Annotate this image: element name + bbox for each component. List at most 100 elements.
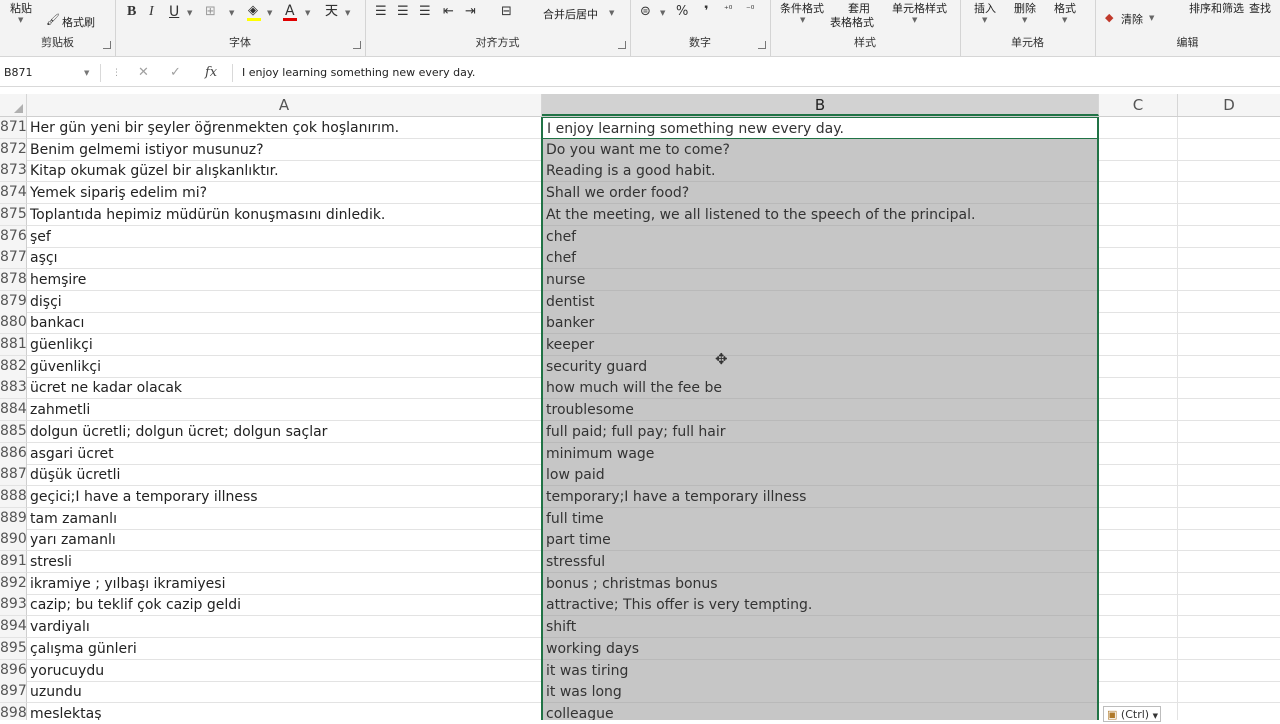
row-header[interactable]: 873: [0, 160, 27, 183]
cell-a[interactable]: düşük ücretli: [27, 464, 542, 487]
cell-d[interactable]: [1178, 334, 1280, 356]
cell-d[interactable]: [1178, 160, 1280, 183]
cell-b[interactable]: it was long: [542, 681, 1099, 704]
format-painter-icon[interactable]: 🖌: [46, 12, 60, 28]
underline-dropdown-icon[interactable]: ▼: [187, 9, 192, 17]
cell-d[interactable]: [1178, 139, 1280, 161]
cell-d[interactable]: [1178, 182, 1280, 205]
cell-a[interactable]: çalışma günleri: [27, 637, 542, 660]
row-header[interactable]: 871: [0, 117, 27, 139]
cell-c[interactable]: [1099, 485, 1178, 508]
cell-c[interactable]: [1099, 377, 1178, 400]
cell-d[interactable]: [1178, 616, 1280, 639]
cell-c[interactable]: [1099, 160, 1178, 183]
underline-button[interactable]: U: [169, 4, 179, 20]
cell-b[interactable]: I enjoy learning something new every day…: [542, 117, 1099, 139]
cell-c[interactable]: [1099, 399, 1178, 422]
insert-dropdown-icon[interactable]: ▼: [982, 16, 987, 24]
name-box-dropdown-icon[interactable]: ▼: [84, 63, 89, 83]
column-header-c[interactable]: C: [1099, 94, 1178, 116]
cell-a[interactable]: Kitap okumak güzel bir alışkanlıktır.: [27, 160, 542, 183]
column-header-b[interactable]: B: [542, 94, 1099, 116]
row-header[interactable]: 874: [0, 182, 27, 205]
cell-c[interactable]: [1099, 507, 1178, 530]
cell-a[interactable]: Benim gelmemi istiyor musunuz?: [27, 138, 542, 161]
cell-a[interactable]: asgari ücret: [27, 442, 542, 465]
number-launcher-icon[interactable]: [758, 41, 766, 49]
fill-color-icon[interactable]: ◈: [248, 3, 258, 19]
cell-d[interactable]: [1178, 291, 1280, 313]
cell-b[interactable]: colleague: [542, 702, 1099, 720]
cell-a[interactable]: meslektaş: [27, 702, 542, 720]
row-header[interactable]: 897: [0, 681, 27, 704]
cell-c[interactable]: [1099, 117, 1178, 139]
cell-b[interactable]: working days: [542, 637, 1099, 660]
cell-d[interactable]: [1178, 399, 1280, 422]
cell-b[interactable]: nurse: [542, 268, 1099, 291]
cell-b[interactable]: it was tiring: [542, 659, 1099, 682]
border-dropdown-icon[interactable]: ▼: [229, 9, 234, 17]
cell-d[interactable]: [1178, 681, 1280, 704]
border-icon[interactable]: ⊞: [205, 4, 216, 20]
cell-b[interactable]: how much will the fee be: [542, 377, 1099, 400]
eraser-icon[interactable]: ◆: [1105, 10, 1113, 26]
cell-c[interactable]: [1099, 290, 1178, 313]
accounting-format-icon[interactable]: ⊜: [640, 4, 651, 20]
formula-input[interactable]: I enjoy learning something new every day…: [242, 63, 475, 83]
cell-a[interactable]: Toplantıda hepimiz müdürün konuşmasını d…: [27, 203, 542, 226]
cell-c[interactable]: [1099, 637, 1178, 660]
align-left-icon[interactable]: ☰: [375, 4, 387, 20]
row-header[interactable]: 893: [0, 594, 27, 617]
cell-a[interactable]: aşçı: [27, 247, 542, 270]
cell-d[interactable]: [1178, 464, 1280, 487]
format-button[interactable]: 格式: [1054, 0, 1076, 16]
cell-a[interactable]: güvenlikçi: [27, 355, 542, 378]
cancel-icon[interactable]: ✕: [138, 63, 149, 83]
table-format-button-line2[interactable]: 表格格式: [830, 14, 874, 30]
row-header[interactable]: 895: [0, 637, 27, 660]
accounting-dropdown-icon[interactable]: ▼: [660, 9, 665, 17]
cell-c[interactable]: [1099, 594, 1178, 617]
cell-c[interactable]: [1099, 529, 1178, 552]
cell-b[interactable]: banker: [542, 312, 1099, 335]
increase-decimal-icon[interactable]: ⁺⁰: [724, 2, 732, 18]
row-header[interactable]: 885: [0, 420, 27, 443]
cell-a[interactable]: ücret ne kadar olacak: [27, 377, 542, 400]
row-header[interactable]: 898: [0, 702, 27, 720]
cell-d[interactable]: [1178, 594, 1280, 617]
cell-c[interactable]: [1099, 616, 1178, 639]
percent-button[interactable]: %: [676, 4, 688, 20]
cell-a[interactable]: ikramiye ; yılbaşı ikramiyesi: [27, 572, 542, 595]
row-header[interactable]: 888: [0, 485, 27, 508]
phonetic-dropdown-icon[interactable]: ▼: [345, 9, 350, 17]
row-header[interactable]: 883: [0, 377, 27, 400]
cell-a[interactable]: Yemek sipariş edelim mi?: [27, 182, 542, 205]
cell-a[interactable]: hemşire: [27, 268, 542, 291]
cell-b[interactable]: part time: [542, 529, 1099, 552]
cell-d[interactable]: [1178, 247, 1280, 270]
cell-d[interactable]: [1178, 226, 1280, 248]
cell-c[interactable]: [1099, 247, 1178, 270]
cell-b[interactable]: chef: [542, 225, 1099, 248]
cell-c[interactable]: [1099, 464, 1178, 487]
cell-c[interactable]: [1099, 442, 1178, 465]
cell-d[interactable]: [1178, 660, 1280, 682]
font-color-dropdown-icon[interactable]: ▼: [305, 9, 310, 17]
cell-c[interactable]: [1099, 334, 1178, 356]
cell-b[interactable]: security guard: [542, 355, 1099, 378]
delete-button[interactable]: 删除: [1014, 0, 1036, 16]
cell-c[interactable]: [1099, 268, 1178, 291]
merge-center-button[interactable]: 合并后居中: [543, 6, 598, 22]
bold-button[interactable]: B: [127, 4, 136, 20]
cell-b[interactable]: Do you want me to come?: [542, 138, 1099, 161]
cell-a[interactable]: zahmetli: [27, 399, 542, 422]
font-launcher-icon[interactable]: [353, 41, 361, 49]
row-header[interactable]: 881: [0, 334, 27, 356]
cell-a[interactable]: vardiyalı: [27, 616, 542, 639]
find-select-button[interactable]: 查找: [1249, 0, 1271, 16]
format-dropdown-icon[interactable]: ▼: [1062, 16, 1067, 24]
cell-b[interactable]: troublesome: [542, 399, 1099, 422]
cell-c[interactable]: [1099, 572, 1178, 595]
cell-c[interactable]: [1099, 659, 1178, 682]
italic-button[interactable]: I: [149, 4, 154, 20]
